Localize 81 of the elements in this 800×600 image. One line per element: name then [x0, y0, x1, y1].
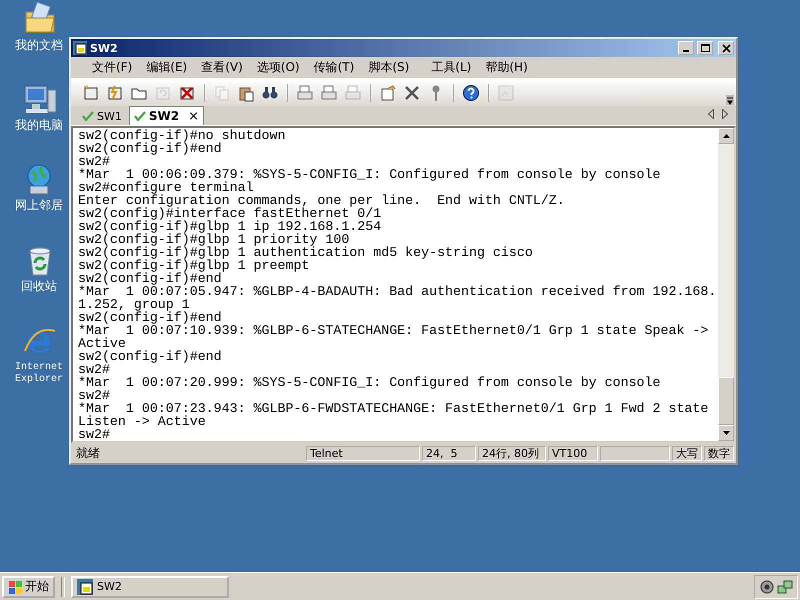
- desktop-icon-label[interactable]: Internet Explorer: [11, 362, 67, 386]
- down-arrow-icon: [722, 431, 730, 435]
- terminal-line: sw2(config-if)#end: [78, 350, 223, 363]
- terminal-line: Listen -> Active: [78, 415, 207, 428]
- terminal-line: sw2(config-if)#no shutdown: [78, 129, 286, 142]
- terminal-line: sw2(config-if)#end: [78, 142, 223, 155]
- terminal-line: sw2(config-if)#glbp 1 ip 192.168.1.254: [78, 220, 382, 233]
- status-indicator: 大写: [672, 446, 702, 461]
- terminal-line: Active: [78, 337, 126, 350]
- terminal-line: sw2(config-if)#end: [78, 311, 223, 324]
- window-title: SW2: [90, 42, 119, 54]
- terminal-line: *Mar 1 00:07:20.999: %SYS-5-CONFIG_I: Configured from console by console: [78, 376, 662, 389]
- session-tab[interactable]: SW2 ×: [128, 106, 204, 125]
- menu-item[interactable]: 传输(T): [306, 59, 362, 76]
- lightning-session-icon: [106, 84, 124, 102]
- minimize-button[interactable]: [678, 41, 694, 55]
- terminal-line: sw2#: [78, 389, 111, 402]
- terminal-line: *Mar 1 00:07:05.947: %GLBP-4-BADAUTH: Bad authentication received from 192.168.: [78, 285, 718, 298]
- status-panel: Telnet: [306, 446, 420, 461]
- terminal-line: sw2(config-if)#glbp 1 authentication md5 key-string cisco: [78, 246, 534, 259]
- menu-item[interactable]: 帮助(H): [478, 59, 535, 76]
- terminal-line: *Mar 1 00:07:23.943: %GLBP-6-FWDSTATECHANGE: FastEthernet0/1 Grp 1 Fwd 2 state: [78, 402, 710, 415]
- close-button[interactable]: [718, 41, 734, 55]
- status-panel: VT100: [548, 446, 598, 461]
- printer-icon: [344, 84, 362, 102]
- printer-icon: [296, 84, 314, 102]
- session-tab[interactable]: SW1: [77, 107, 127, 125]
- maximize-icon: [700, 44, 710, 52]
- minimize-icon: [683, 50, 689, 52]
- terminal-line: sw2(config-if)#glbp 1 priority 100: [78, 233, 350, 246]
- app-icon: [73, 41, 87, 55]
- tab-label: SW2: [148, 109, 180, 123]
- check-icon: [134, 111, 146, 121]
- menu-item[interactable]: 文件(F): [85, 59, 140, 76]
- terminal[interactable]: [71, 126, 736, 443]
- terminal-line: sw2#: [78, 363, 110, 376]
- up-arrow-icon: [722, 134, 730, 138]
- close-icon: [722, 44, 730, 52]
- maximize-button[interactable]: [697, 41, 713, 55]
- scrollbar[interactable]: [718, 128, 734, 441]
- terminal-line: sw2#: [78, 428, 111, 441]
- terminal-line: *Mar 1 00:06:09.379: %SYS-5-CONFIG_I: Configured from console by console: [78, 168, 662, 181]
- status-indicator: 数字: [704, 446, 734, 461]
- desktop-icon-label[interactable]: 我的电脑: [15, 119, 63, 131]
- desktop-icon-label[interactable]: 网上邻居: [15, 199, 63, 211]
- scroll-thumb[interactable]: [718, 377, 734, 425]
- scroll-left-icon: [708, 109, 714, 119]
- terminal-line: sw2#: [78, 155, 110, 168]
- toolbar-overflow-icon: [726, 95, 734, 105]
- taskbar-button[interactable]: SW2: [71, 576, 229, 598]
- menu-item[interactable]: 查看(V): [194, 59, 250, 76]
- menu-item[interactable]: 选项(O): [250, 59, 307, 76]
- help-icon: [462, 84, 480, 102]
- app-icon: [77, 578, 93, 594]
- status-panel: 24行, 80列: [478, 446, 546, 461]
- toolbar-button[interactable]: [461, 82, 481, 102]
- menu-item[interactable]: 脚本(S): [361, 59, 416, 76]
- tab-close-button[interactable]: ×: [188, 108, 199, 124]
- speaker-icon[interactable]: [759, 578, 775, 594]
- copy-icon: [213, 84, 231, 102]
- menu-item[interactable]: 工具(L): [424, 59, 478, 76]
- terminal-line: sw2(config-if)#glbp 1 preempt: [78, 259, 310, 272]
- terminal-line: sw2(config-if)#end: [78, 272, 222, 285]
- printer-icon: [320, 84, 338, 102]
- start-button[interactable]: 开始: [2, 576, 55, 598]
- desktop-icon-label[interactable]: 回收站: [21, 280, 57, 292]
- menu-item[interactable]: 编辑(E): [139, 59, 194, 76]
- desktop-icon-label[interactable]: 我的文档: [15, 39, 63, 51]
- network-connection-icon[interactable]: [777, 578, 793, 594]
- scroll-right-icon: [722, 109, 728, 119]
- status-panel: [600, 446, 670, 461]
- terminal-line: Enter configuration commands, one per line. End with CNTL/Z.: [78, 194, 566, 207]
- terminal-line: 1.252, group 1: [78, 298, 190, 311]
- terminal-line: sw2(config)#interface fastEthernet 0/1: [78, 207, 382, 220]
- windows-flag-icon: [8, 580, 22, 594]
- check-icon: [82, 111, 94, 121]
- tab-label: SW1: [97, 110, 122, 122]
- terminal-line: sw2#configure terminal: [78, 181, 254, 194]
- status-message: 就绪: [75, 445, 101, 462]
- status-panel: 24, 5: [422, 446, 476, 461]
- terminal-line: *Mar 1 00:07:10.939: %GLBP-6-STATECHANGE: FastEthernet0/1 Grp 1 state Speak ->: [78, 324, 710, 337]
